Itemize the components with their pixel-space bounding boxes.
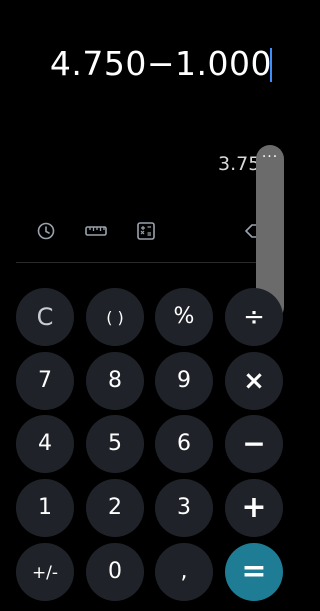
seven-button-label: 7 xyxy=(38,368,52,393)
scientific-mode-icon[interactable] xyxy=(135,220,157,242)
clear-button[interactable]: C xyxy=(16,288,74,346)
one-button[interactable]: 1 xyxy=(16,479,74,537)
decimal-button[interactable]: , xyxy=(155,543,213,601)
minus-button-label: − xyxy=(242,427,266,460)
five-button-label: 5 xyxy=(108,431,122,456)
nine-button[interactable]: 9 xyxy=(155,352,213,410)
two-button-label: 2 xyxy=(108,495,122,520)
divide-button[interactable]: ÷ xyxy=(225,288,283,346)
parentheses-button-label: ( ) xyxy=(106,308,124,327)
seven-button[interactable]: 7 xyxy=(16,352,74,410)
zero-button[interactable]: 0 xyxy=(86,543,144,601)
minus-button[interactable]: − xyxy=(225,415,283,473)
more-options-icon[interactable]: ··· xyxy=(256,149,284,165)
divide-button-label: ÷ xyxy=(243,302,265,332)
decimal-button-label: , xyxy=(180,559,188,584)
plus-button[interactable]: + xyxy=(225,479,283,537)
plus-button-label: + xyxy=(241,490,267,525)
six-button-label: 6 xyxy=(177,431,191,456)
result-preview: 3.75 xyxy=(218,153,261,175)
percent-button-label: % xyxy=(173,304,195,329)
ruler-icon[interactable] xyxy=(84,220,108,242)
three-button-label: 3 xyxy=(177,495,191,520)
text-cursor xyxy=(270,48,272,82)
six-button[interactable]: 6 xyxy=(155,415,213,473)
clock-icon[interactable] xyxy=(35,220,57,242)
four-button-label: 4 xyxy=(38,431,52,456)
multiply-button-label: × xyxy=(243,366,265,396)
zero-button-label: 0 xyxy=(108,559,122,584)
negate-button[interactable]: +/- xyxy=(16,543,74,601)
nine-button-label: 9 xyxy=(177,368,191,393)
five-button[interactable]: 5 xyxy=(86,415,144,473)
eight-button[interactable]: 8 xyxy=(86,352,144,410)
three-button[interactable]: 3 xyxy=(155,479,213,537)
expression-display[interactable]: 4.750−1.000 xyxy=(50,44,272,84)
toolbar xyxy=(0,216,300,246)
negate-button-label: +/- xyxy=(31,563,59,583)
parentheses-button[interactable]: ( ) xyxy=(86,288,144,346)
two-button[interactable]: 2 xyxy=(86,479,144,537)
eight-button-label: 8 xyxy=(108,368,122,393)
one-button-label: 1 xyxy=(38,495,52,520)
equals-button[interactable]: = xyxy=(225,543,283,601)
equals-button-label: = xyxy=(241,554,267,589)
percent-button[interactable]: % xyxy=(155,288,213,346)
four-button[interactable]: 4 xyxy=(16,415,74,473)
multiply-button[interactable]: × xyxy=(225,352,283,410)
divider xyxy=(16,262,284,263)
clear-button-label: C xyxy=(36,303,54,331)
